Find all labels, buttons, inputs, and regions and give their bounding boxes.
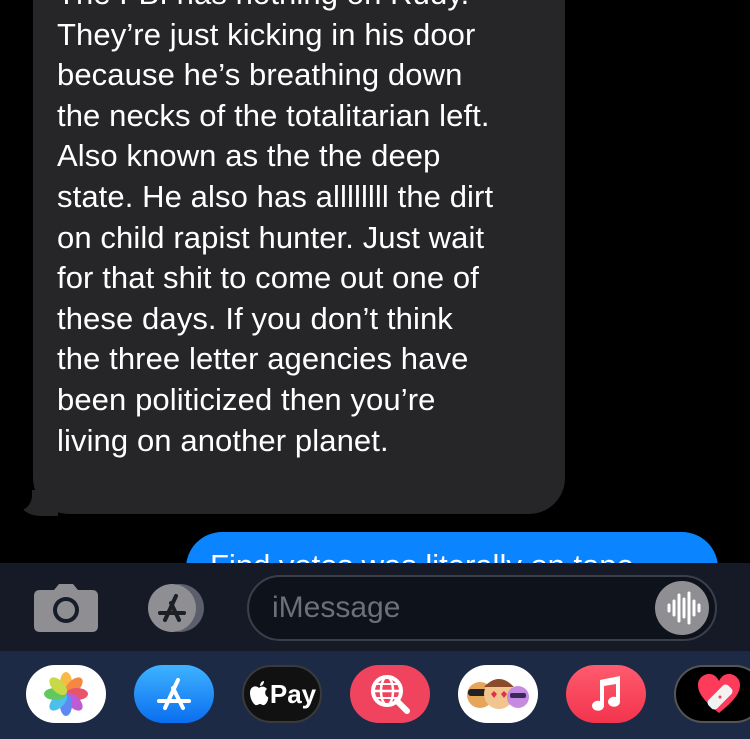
music-note-icon <box>592 676 620 711</box>
apple-pay-label: Pay <box>269 678 317 709</box>
app-store-app-button[interactable] <box>134 665 214 723</box>
incoming-message-text: The FBI has nothing on Rudy. They’re jus… <box>57 0 494 458</box>
heart-bandage-icon <box>698 674 740 713</box>
outgoing-message-text: Find votes was literally on tape <box>210 546 634 563</box>
globe-search-icon <box>371 675 410 714</box>
waveform-icon <box>667 591 701 625</box>
camera-icon <box>34 584 98 632</box>
apple-logo-icon <box>249 681 269 706</box>
dictation-button[interactable] <box>655 581 709 635</box>
app-store-icon <box>157 678 191 710</box>
message-input-placeholder: iMessage <box>272 591 401 624</box>
photos-app-button[interactable] <box>26 665 106 723</box>
fitness-app-button[interactable] <box>674 665 750 723</box>
photos-icon <box>44 672 88 716</box>
music-app-button[interactable] <box>566 665 646 723</box>
memoji-icon <box>467 679 529 709</box>
apple-pay-app-button[interactable]: Pay <box>242 665 322 723</box>
message-thread[interactable]: The FBI has nothing on Rudy. They’re jus… <box>0 0 750 563</box>
apps-button[interactable] <box>140 582 212 634</box>
image-search-app-button[interactable] <box>350 665 430 723</box>
camera-button[interactable] <box>34 584 98 632</box>
memoji-app-button[interactable] <box>458 665 538 723</box>
app-store-icon <box>148 584 204 632</box>
